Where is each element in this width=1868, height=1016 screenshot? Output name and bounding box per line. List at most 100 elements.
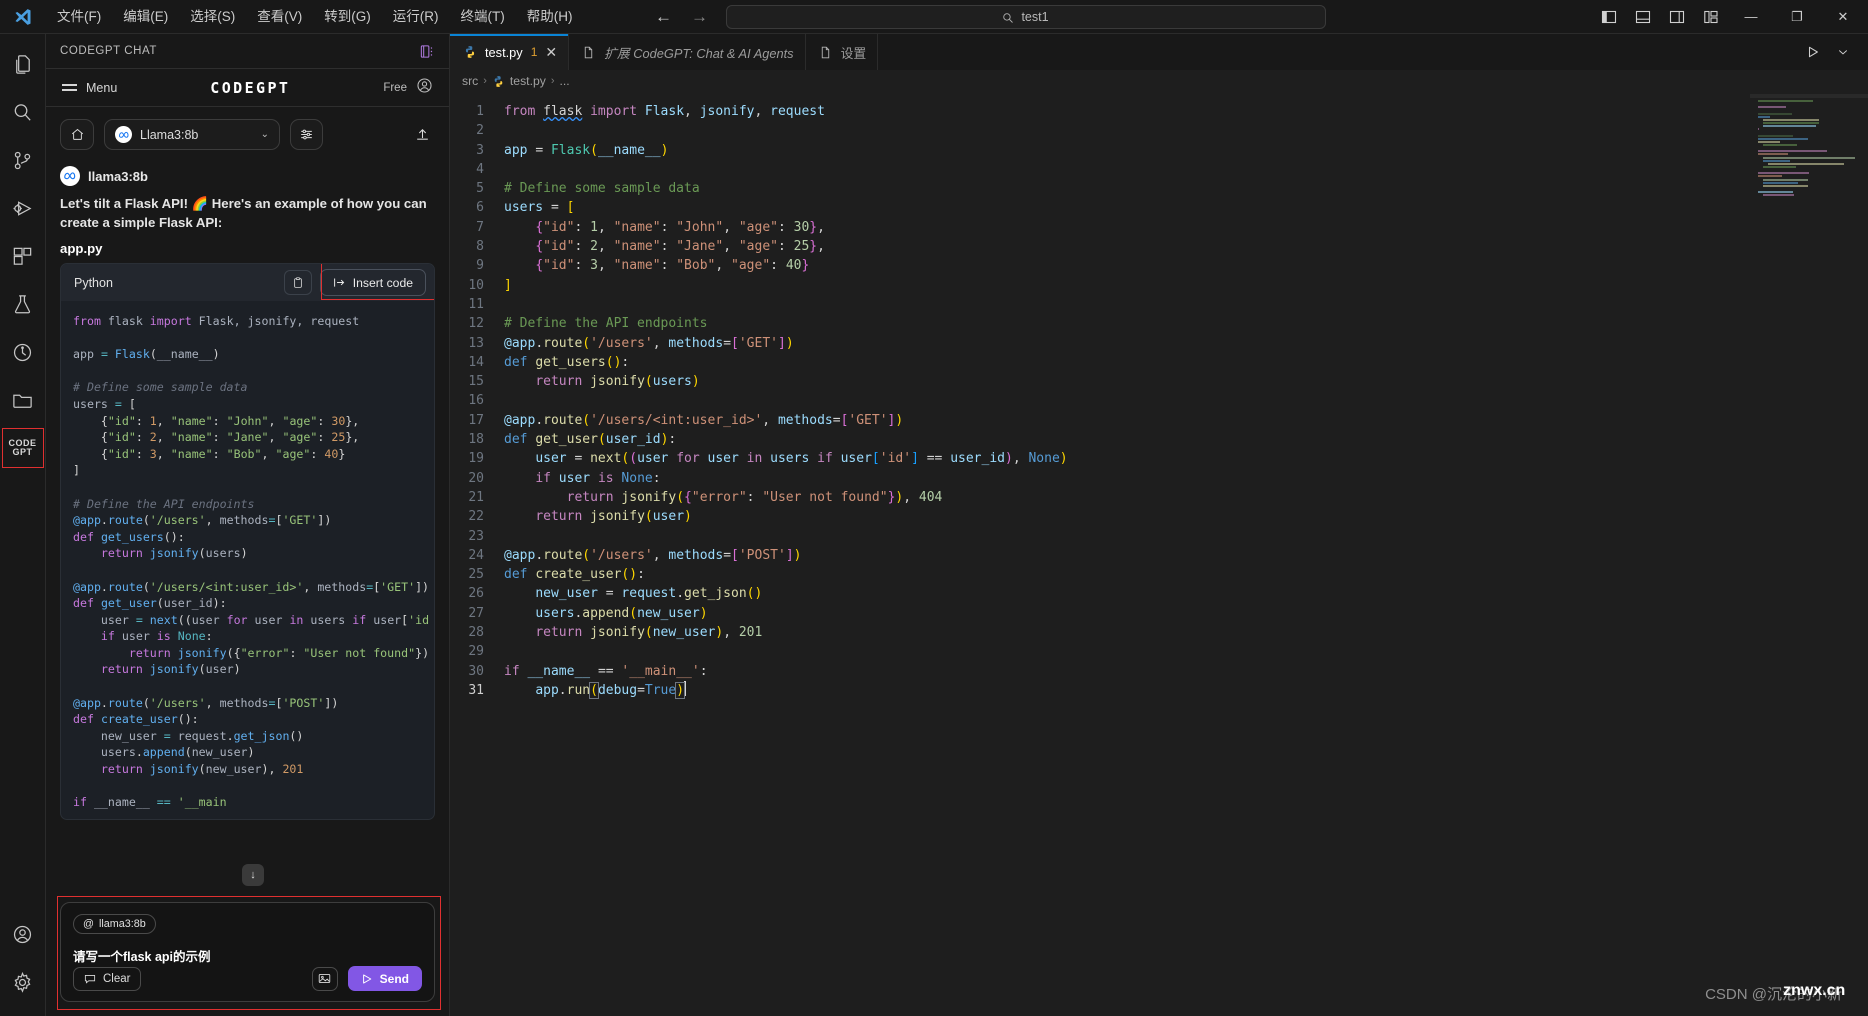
- menu-item-terminal[interactable]: 终端(T): [450, 0, 516, 34]
- menu-item-view[interactable]: 查看(V): [246, 0, 313, 34]
- breadcrumb-separator: ›: [483, 75, 487, 87]
- toggle-panel-button[interactable]: [1626, 0, 1660, 34]
- line-number: 19: [468, 451, 484, 467]
- vscode-logo-icon: [0, 7, 46, 27]
- run-debug-icon: [13, 200, 32, 216]
- file-icon: [581, 45, 596, 60]
- attach-image-button[interactable]: [311, 966, 338, 991]
- codegpt-logo-line2: GPT: [12, 447, 33, 457]
- code-block-actions: Insert code: [283, 263, 434, 300]
- tab-error-badge: 1: [530, 45, 538, 59]
- home-button[interactable]: [60, 119, 94, 150]
- activity-item-explorer[interactable]: [0, 40, 46, 88]
- quick-search-input[interactable]: test1: [725, 4, 1326, 29]
- line-number: 7: [476, 219, 484, 235]
- title-bar: 文件(F) 编辑(E) 选择(S) 查看(V) 转到(G) 运行(R) 终端(T…: [0, 0, 1868, 34]
- minimap-line: [1758, 140, 1780, 143]
- line-number: 28: [468, 625, 484, 641]
- activity-bar: CODE GPT: [0, 34, 46, 1016]
- model-settings-button[interactable]: [290, 119, 323, 150]
- customize-layout-button[interactable]: [1694, 0, 1728, 34]
- menu-item-go[interactable]: 转到(G): [313, 0, 382, 34]
- line-number: 27: [468, 605, 484, 621]
- source-control-icon: [14, 151, 31, 169]
- minimap-line: [1758, 150, 1827, 153]
- minimap-line: [1758, 134, 1794, 137]
- line-number: 30: [468, 663, 484, 679]
- send-button[interactable]: Send: [347, 966, 422, 991]
- minimap-line: [1763, 165, 1796, 168]
- model-selector[interactable]: Llama3:8b ⌄: [104, 119, 280, 150]
- restore-button[interactable]: ❐: [1774, 0, 1820, 34]
- upload-button[interactable]: [409, 122, 435, 148]
- minimap-line: [1758, 128, 1760, 131]
- activity-item-search[interactable]: [0, 88, 46, 136]
- line-number: 8: [476, 239, 484, 255]
- editor-minimap[interactable]: [1750, 92, 1868, 1016]
- menu-item-selection[interactable]: 选择(S): [179, 0, 246, 34]
- account-icon[interactable]: [416, 77, 433, 99]
- navigate-forward-icon[interactable]: →: [690, 7, 710, 27]
- insert-code-button[interactable]: Insert code: [319, 269, 426, 296]
- model-name-label: Llama3:8b: [140, 127, 199, 142]
- menu-item-file[interactable]: 文件(F): [46, 0, 112, 34]
- breadcrumb-file[interactable]: test.py: [492, 74, 546, 88]
- navigation-arrows: ← →: [654, 7, 710, 27]
- file-icon: [818, 45, 833, 60]
- close-button[interactable]: ✕: [1820, 0, 1866, 34]
- navigate-back-icon[interactable]: ←: [654, 7, 674, 27]
- activity-item-extensions[interactable]: [0, 232, 46, 280]
- activity-item-testing[interactable]: [0, 280, 46, 328]
- chat-input-box[interactable]: @ llama3:8b 请写一个flask api的示例 Clear Send: [60, 902, 435, 1002]
- activity-item-source-control[interactable]: [0, 136, 46, 184]
- workbench-body: CODE GPT CODEGPT CHAT Menu CODEGPT Free …: [0, 34, 1868, 1016]
- copy-code-button[interactable]: [283, 270, 312, 295]
- line-number: 29: [468, 644, 484, 660]
- code-editor-surface[interactable]: 1 2 3 4 5 6 7 8 9 10 11 12 13 14 15 16 17 18 19 20 21 22 23 24 2…: [450, 92, 1868, 1016]
- minimap-line: [1763, 156, 1855, 159]
- activity-item-codegpt[interactable]: CODE GPT: [1, 428, 44, 468]
- activity-item-remote-explorer[interactable]: [0, 376, 46, 424]
- image-icon: [318, 973, 331, 984]
- codegpt-topbar-right: Free: [383, 77, 433, 99]
- breadcrumb-src[interactable]: src: [462, 74, 478, 88]
- codegpt-menu-button[interactable]: Menu: [62, 81, 117, 95]
- breadcrumb-symbol[interactable]: ...: [560, 74, 570, 88]
- activity-item-accounts[interactable]: [0, 910, 46, 958]
- tab-close-icon[interactable]: ✕: [545, 45, 557, 59]
- scroll-to-bottom-button[interactable]: ↓: [242, 864, 264, 886]
- chat-scroll-area[interactable]: llama3:8b Let's tilt a Flask API! 🌈 Here…: [46, 158, 449, 892]
- menu-item-help[interactable]: 帮助(H): [516, 0, 584, 34]
- line-number: 5: [476, 181, 484, 197]
- split-editor-button[interactable]: [1830, 39, 1856, 65]
- line-number: 6: [476, 200, 484, 216]
- chevron-down-icon: ⌄: [260, 129, 269, 140]
- line-number: 10: [468, 277, 484, 293]
- python-icon: [492, 75, 505, 88]
- tab-extension-codegpt[interactable]: 扩展 CodeGPT: Chat & AI Agents: [569, 34, 806, 70]
- tab-test-py[interactable]: test.py 1 ✕: [450, 34, 570, 70]
- activity-item-run-and-debug[interactable]: [0, 184, 46, 232]
- minimap-line: [1763, 194, 1795, 197]
- clock-history-icon: [13, 343, 32, 361]
- line-number: 1: [476, 104, 484, 119]
- activity-item-timeline[interactable]: [0, 328, 46, 376]
- clear-button[interactable]: Clear: [73, 966, 142, 991]
- activity-item-manage[interactable]: [0, 958, 46, 1006]
- toggle-primary-sidebar-button[interactable]: [1592, 0, 1626, 34]
- menu-bar: 文件(F) 编辑(E) 选择(S) 查看(V) 转到(G) 运行(R) 终端(T…: [46, 0, 584, 33]
- minimap-slider[interactable]: [1750, 94, 1868, 98]
- editor-code-content[interactable]: from flask import Flask, jsonify, reques…: [496, 92, 1868, 1016]
- menu-item-edit[interactable]: 编辑(E): [112, 0, 179, 34]
- tab-settings[interactable]: 设置: [805, 34, 879, 70]
- at-icon: @: [83, 918, 94, 930]
- notebook-more-icon[interactable]: [415, 40, 437, 62]
- line-number: 20: [468, 470, 484, 486]
- gear-icon: [14, 971, 31, 993]
- toggle-secondary-sidebar-button[interactable]: [1660, 0, 1694, 34]
- message-filename: app.py: [60, 241, 103, 256]
- minimize-button[interactable]: —: [1728, 0, 1774, 34]
- mention-chip[interactable]: @ llama3:8b: [73, 914, 156, 934]
- run-python-file-button[interactable]: [1800, 39, 1826, 65]
- menu-item-run[interactable]: 运行(R): [382, 0, 450, 34]
